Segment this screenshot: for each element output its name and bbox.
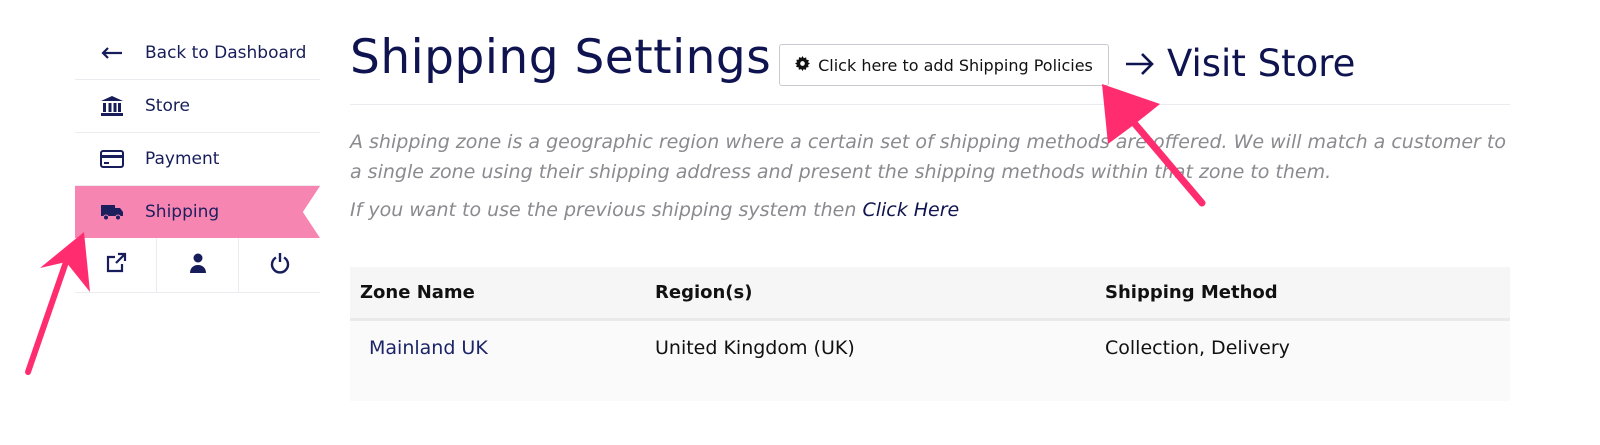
- power-icon: [270, 252, 290, 278]
- legacy-shipping-link[interactable]: Click Here: [862, 199, 959, 221]
- shipping-zones-table: Zone Name Region(s) Shipping Method Main…: [350, 267, 1510, 401]
- truck-icon: [97, 203, 127, 221]
- header-divider: [350, 104, 1510, 105]
- zone-name-link[interactable]: Mainland UK: [369, 337, 488, 359]
- sidebar-item-store[interactable]: Store: [75, 80, 320, 133]
- logout-button[interactable]: [239, 238, 320, 292]
- gear-icon: [795, 55, 811, 75]
- user-icon: [189, 253, 207, 277]
- region-cell: United Kingdom (UK): [655, 337, 855, 359]
- sidebar-item-label: Shipping: [145, 202, 220, 222]
- sidebar-item-shipping[interactable]: Shipping: [75, 186, 320, 238]
- column-header-shipping-method[interactable]: Shipping Method: [1105, 282, 1510, 303]
- table-row: Mainland UK United Kingdom (UK) Collecti…: [350, 321, 1510, 375]
- external-link-button[interactable]: [75, 238, 157, 292]
- add-shipping-policies-label: Click here to add Shipping Policies: [818, 55, 1093, 75]
- sidebar-item-label: Payment: [145, 149, 220, 169]
- legacy-shipping-note: If you want to use the previous shipping…: [350, 199, 959, 221]
- credit-card-icon: [97, 150, 127, 168]
- sidebar-item-label: Back to Dashboard: [145, 43, 307, 63]
- arrow-right-icon: [1125, 42, 1155, 85]
- table-body: Mainland UK United Kingdom (UK) Collecti…: [350, 321, 1510, 401]
- bank-icon: [97, 95, 127, 117]
- external-link-icon: [105, 252, 127, 278]
- table-header: Zone Name Region(s) Shipping Method: [350, 267, 1510, 321]
- sidebar-item-payment[interactable]: Payment: [75, 133, 320, 186]
- shipping-method-cell: Collection, Delivery: [1105, 337, 1290, 359]
- legacy-note-text: If you want to use the previous shipping…: [350, 199, 863, 221]
- column-header-regions[interactable]: Region(s): [655, 282, 1105, 303]
- sidebar: Back to Dashboard Store Payment Shipping: [75, 27, 320, 293]
- add-shipping-policies-button[interactable]: Click here to add Shipping Policies: [779, 44, 1109, 86]
- page-title: Shipping Settings: [350, 30, 772, 85]
- sidebar-item-label: Store: [145, 96, 190, 116]
- visit-store-link[interactable]: Visit Store: [1125, 42, 1355, 85]
- profile-button[interactable]: [157, 238, 239, 292]
- sidebar-item-back-to-dashboard[interactable]: Back to Dashboard: [75, 27, 320, 80]
- visit-store-label: Visit Store: [1167, 42, 1356, 85]
- arrow-left-icon: [97, 46, 127, 60]
- shipping-zone-description: A shipping zone is a geographic region w…: [350, 131, 1506, 183]
- column-header-zone-name[interactable]: Zone Name: [350, 282, 655, 303]
- sidebar-action-bar: [75, 238, 320, 293]
